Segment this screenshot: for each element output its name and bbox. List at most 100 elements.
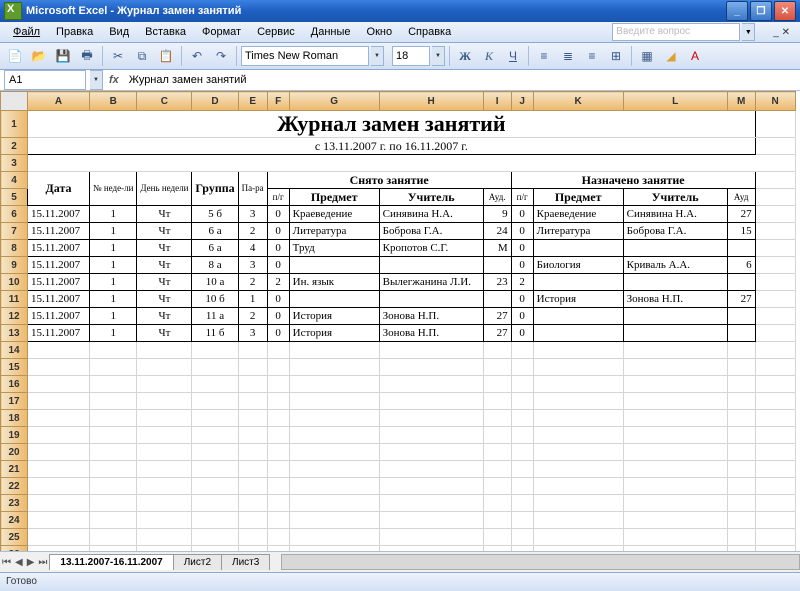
table-cell[interactable]: Синявина Н.А. bbox=[623, 206, 727, 223]
header-teacher2[interactable]: Учитель bbox=[623, 189, 727, 206]
menu-insert[interactable]: Вставка bbox=[138, 24, 193, 40]
menu-help[interactable]: Справка bbox=[401, 24, 458, 40]
table-cell[interactable]: Чт bbox=[137, 257, 192, 274]
table-cell[interactable]: Ин. язык bbox=[289, 274, 379, 291]
empty-cell[interactable] bbox=[28, 478, 90, 495]
empty-cell[interactable] bbox=[137, 393, 192, 410]
header-removed[interactable]: Снято занятие bbox=[267, 172, 511, 189]
empty-cell[interactable] bbox=[192, 444, 238, 461]
empty-cell[interactable] bbox=[289, 512, 379, 529]
header-week[interactable]: № неде-ли bbox=[90, 172, 137, 206]
paste-icon[interactable]: 📋 bbox=[155, 45, 177, 67]
table-cell[interactable]: 15 bbox=[727, 223, 755, 240]
row-header[interactable]: 8 bbox=[1, 240, 28, 257]
empty-cell[interactable] bbox=[379, 529, 483, 546]
bold-button[interactable]: Ж bbox=[454, 45, 476, 67]
empty-cell[interactable] bbox=[379, 461, 483, 478]
header-aud2[interactable]: Ауд bbox=[727, 189, 755, 206]
table-cell[interactable]: 1 bbox=[90, 308, 137, 325]
col-header[interactable]: L bbox=[623, 92, 727, 111]
row-header[interactable]: 11 bbox=[1, 291, 28, 308]
empty-cell[interactable] bbox=[28, 529, 90, 546]
empty-cell[interactable] bbox=[192, 546, 238, 552]
table-cell[interactable]: 0 bbox=[267, 291, 289, 308]
empty-cell[interactable] bbox=[192, 512, 238, 529]
empty-cell[interactable] bbox=[28, 393, 90, 410]
empty-cell[interactable] bbox=[623, 461, 727, 478]
table-cell[interactable]: 27 bbox=[483, 308, 511, 325]
empty-cell[interactable] bbox=[289, 393, 379, 410]
empty-cell[interactable] bbox=[727, 342, 755, 359]
empty-cell[interactable] bbox=[90, 342, 137, 359]
empty-cell[interactable] bbox=[727, 410, 755, 427]
table-cell[interactable]: История bbox=[289, 325, 379, 342]
empty-cell[interactable] bbox=[192, 376, 238, 393]
sheet-tab-active[interactable]: 13.11.2007-16.11.2007 bbox=[49, 554, 173, 570]
empty-cell[interactable] bbox=[623, 376, 727, 393]
empty-cell[interactable] bbox=[137, 529, 192, 546]
empty-cell[interactable] bbox=[533, 342, 623, 359]
empty-cell[interactable] bbox=[511, 376, 533, 393]
empty-cell[interactable] bbox=[267, 427, 289, 444]
empty-cell[interactable] bbox=[238, 529, 267, 546]
empty-cell[interactable] bbox=[90, 546, 137, 552]
empty-cell[interactable] bbox=[483, 427, 511, 444]
empty-cell[interactable] bbox=[238, 359, 267, 376]
font-color-icon[interactable]: A bbox=[684, 45, 706, 67]
empty-cell[interactable] bbox=[28, 359, 90, 376]
empty-cell[interactable] bbox=[238, 546, 267, 552]
empty-cell[interactable] bbox=[238, 461, 267, 478]
table-cell[interactable]: 1 bbox=[90, 206, 137, 223]
empty-cell[interactable] bbox=[727, 461, 755, 478]
empty-cell[interactable] bbox=[379, 393, 483, 410]
empty-cell[interactable] bbox=[727, 478, 755, 495]
empty-cell[interactable] bbox=[137, 376, 192, 393]
header-subject2[interactable]: Предмет bbox=[533, 189, 623, 206]
empty-cell[interactable] bbox=[137, 427, 192, 444]
empty-cell[interactable] bbox=[483, 410, 511, 427]
empty-cell[interactable] bbox=[755, 461, 795, 478]
empty-cell[interactable] bbox=[623, 478, 727, 495]
row-header[interactable]: 26 bbox=[1, 546, 28, 552]
table-cell[interactable]: Чт bbox=[137, 325, 192, 342]
table-cell[interactable]: 6 а bbox=[192, 223, 238, 240]
minimize-button[interactable]: _ bbox=[726, 1, 748, 21]
empty-cell[interactable] bbox=[238, 410, 267, 427]
empty-cell[interactable] bbox=[238, 376, 267, 393]
empty-cell[interactable] bbox=[28, 512, 90, 529]
row-header[interactable]: 16 bbox=[1, 376, 28, 393]
empty-cell[interactable] bbox=[727, 393, 755, 410]
empty-cell[interactable] bbox=[379, 410, 483, 427]
empty-cell[interactable] bbox=[511, 359, 533, 376]
empty-cell[interactable] bbox=[623, 495, 727, 512]
menu-data[interactable]: Данные bbox=[304, 24, 358, 40]
row-header[interactable]: 24 bbox=[1, 512, 28, 529]
table-cell[interactable]: 0 bbox=[267, 325, 289, 342]
empty-cell[interactable] bbox=[289, 529, 379, 546]
empty-cell[interactable] bbox=[267, 546, 289, 552]
empty-cell[interactable] bbox=[533, 546, 623, 552]
empty-cell[interactable] bbox=[511, 410, 533, 427]
col-header[interactable]: J bbox=[511, 92, 533, 111]
row-header[interactable]: 22 bbox=[1, 478, 28, 495]
empty-cell[interactable] bbox=[28, 376, 90, 393]
table-cell[interactable]: Зонова Н.П. bbox=[379, 308, 483, 325]
empty-cell[interactable] bbox=[267, 461, 289, 478]
empty-cell[interactable] bbox=[192, 478, 238, 495]
empty-cell[interactable] bbox=[90, 427, 137, 444]
menu-view[interactable]: Вид bbox=[102, 24, 136, 40]
empty-cell[interactable] bbox=[755, 529, 795, 546]
empty-cell[interactable] bbox=[727, 376, 755, 393]
empty-cell[interactable] bbox=[137, 512, 192, 529]
empty-cell[interactable] bbox=[483, 376, 511, 393]
empty-cell[interactable] bbox=[379, 376, 483, 393]
empty-cell[interactable] bbox=[755, 427, 795, 444]
empty-cell[interactable] bbox=[511, 444, 533, 461]
row-header[interactable]: 7 bbox=[1, 223, 28, 240]
empty-cell[interactable] bbox=[533, 478, 623, 495]
empty-cell[interactable] bbox=[533, 444, 623, 461]
row-header[interactable]: 4 bbox=[1, 172, 28, 189]
empty-cell[interactable] bbox=[289, 427, 379, 444]
tab-nav-prev[interactable]: ◀ bbox=[13, 557, 25, 568]
table-cell[interactable]: 0 bbox=[267, 308, 289, 325]
